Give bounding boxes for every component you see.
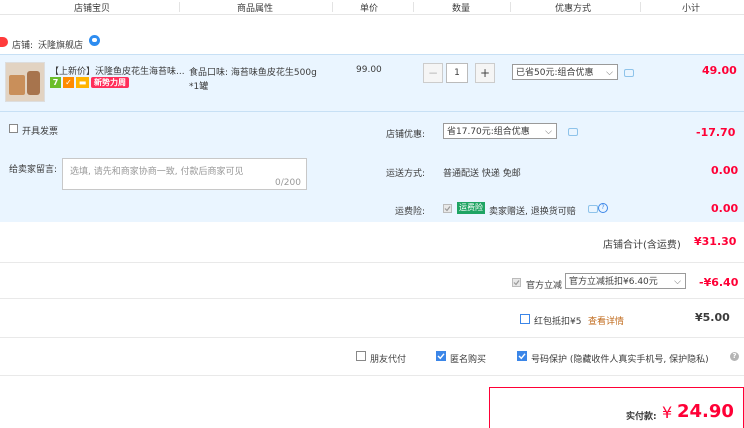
header-sep	[413, 2, 414, 12]
help-icon[interactable]: ?	[730, 352, 739, 361]
pay-currency: ¥	[662, 403, 673, 422]
seven-day-return-icon: 7	[50, 77, 61, 88]
invoice-label: 开具发票	[22, 127, 59, 137]
divider	[0, 298, 744, 299]
header-col-item: 店铺宝贝	[74, 4, 111, 14]
insurance-info-icon[interactable]	[588, 205, 598, 213]
header-sep	[640, 2, 641, 12]
store-discount-info-icon[interactable]	[568, 128, 578, 136]
invoice-checkbox[interactable]	[9, 124, 18, 133]
redpack-details-link[interactable]: 查看详情	[588, 314, 624, 327]
chevron-down-icon: ⌵	[545, 127, 552, 137]
official-discount-value: 官方立减抵扣¥6.40元	[569, 277, 658, 287]
anonymous-label: 匿名购买	[450, 355, 487, 365]
pay-summary-box: 实付款: ¥ 24.90	[489, 387, 744, 428]
table-header: 店铺宝贝 商品属性 单价 数量 优惠方式 小计	[0, 0, 744, 15]
shop-name-link[interactable]: 沃隆旗舰店	[38, 38, 83, 51]
product-thumbnail[interactable]	[5, 62, 45, 102]
store-discount-value: 省17.70元:组合优惠	[447, 127, 530, 137]
note-placeholder: 选填, 请先和商家协商一致, 付款后商家可见	[70, 167, 244, 177]
tmall-icon	[0, 37, 8, 47]
chevron-down-icon: ⌵	[606, 68, 613, 78]
unit-price: 99.00	[356, 65, 382, 75]
card-icon: ▬	[76, 77, 89, 88]
redpack-amount: ¥5.00	[695, 311, 730, 324]
help-icon[interactable]: ?	[598, 203, 608, 213]
order-options-panel: 开具发票 店铺优惠: 省17.70元:组合优惠 ⌵ -17.70 给卖家留言: …	[0, 112, 744, 222]
shipping-value: 普通配送 快递 免邮	[443, 169, 521, 179]
number-protect-checkbox[interactable]	[517, 351, 527, 361]
insurance-checkbox	[443, 204, 452, 213]
cart-item-row: 【上新价】沃隆鱼皮花生海苔味... 7 ✓ ▬ 新势力周 食品口味: 海苔味鱼皮花生5…	[0, 54, 744, 111]
official-discount-amount: -¥6.40	[699, 276, 739, 289]
header-col-discount: 优惠方式	[555, 4, 592, 14]
item-discount-select[interactable]: 已省50元:组合优惠 ⌵	[512, 64, 618, 80]
product-title-link[interactable]: 【上新价】沃隆鱼皮花生海苔味...	[50, 64, 185, 77]
header-col-price: 单价	[360, 4, 379, 14]
product-bag-image	[9, 75, 25, 95]
insurance-value: 卖家赠送, 退换货可赔	[489, 207, 576, 217]
guarantee-icon: ✓	[63, 77, 74, 88]
insurance-badge: 运费险	[457, 202, 485, 214]
shop-total-label: 店铺合计(含运费)	[603, 240, 681, 251]
official-discount-checkbox	[512, 278, 521, 287]
product-tags: 7 ✓ ▬ 新势力周	[50, 77, 131, 88]
pay-amount: 24.90	[677, 401, 734, 422]
header-col-qty: 数量	[452, 4, 471, 14]
product-jar-image	[27, 71, 40, 95]
number-protect-label: 号码保护 (隐藏收件人真实手机号, 保护隐私)	[531, 355, 709, 365]
insurance-label: 运费险:	[395, 207, 426, 217]
discount-info-icon[interactable]	[624, 69, 634, 77]
header-sep	[510, 2, 511, 12]
increase-qty-button[interactable]: +	[475, 63, 495, 83]
shop-label: 店铺:	[12, 41, 34, 51]
chevron-down-icon: ⌵	[674, 277, 681, 287]
redpack-label: 红包抵扣¥5	[534, 317, 582, 327]
shipping-amount: 0.00	[711, 164, 739, 177]
header-col-attr: 商品属性	[237, 4, 274, 14]
new-power-week-badge: 新势力周	[91, 77, 129, 88]
quantity-input[interactable]: 1	[446, 63, 468, 83]
divider	[0, 337, 744, 338]
divider	[0, 262, 744, 263]
divider	[0, 375, 744, 376]
friend-pay-checkbox[interactable]	[356, 351, 366, 361]
pay-label: 实付款:	[626, 412, 657, 422]
product-attr: 食品口味: 海苔味鱼皮花生500g	[189, 68, 317, 78]
note-label: 给卖家留言:	[9, 165, 58, 175]
anonymous-checkbox[interactable]	[436, 351, 446, 361]
insurance-amount: 0.00	[711, 202, 739, 215]
header-sep	[179, 2, 180, 12]
shipping-label: 运送方式:	[386, 169, 426, 179]
decrease-qty-button[interactable]: −	[423, 63, 443, 83]
header-sep	[332, 2, 333, 12]
store-discount-amount: -17.70	[696, 126, 736, 139]
redpack-checkbox[interactable]	[520, 314, 530, 324]
official-discount-label: 官方立减	[526, 281, 563, 291]
product-attr-qty: *1罐	[189, 82, 209, 92]
note-char-count: 0/200	[275, 178, 301, 188]
shop-total-amount: ¥31.30	[694, 235, 737, 248]
chat-bubble-icon[interactable]	[89, 35, 100, 46]
note-textarea[interactable]: 选填, 请先和商家协商一致, 付款后商家可见 0/200	[62, 158, 307, 190]
item-subtotal: 49.00	[702, 64, 737, 77]
shop-row: 店铺: 沃隆旗舰店	[0, 33, 744, 53]
store-discount-label: 店铺优惠:	[386, 130, 426, 140]
friend-pay-label: 朋友代付	[370, 355, 407, 365]
store-discount-select[interactable]: 省17.70元:组合优惠 ⌵	[443, 123, 557, 139]
header-col-subtotal: 小计	[682, 4, 701, 14]
official-discount-select[interactable]: 官方立减抵扣¥6.40元 ⌵	[565, 273, 686, 289]
item-discount-value: 已省50元:组合优惠	[516, 68, 594, 78]
